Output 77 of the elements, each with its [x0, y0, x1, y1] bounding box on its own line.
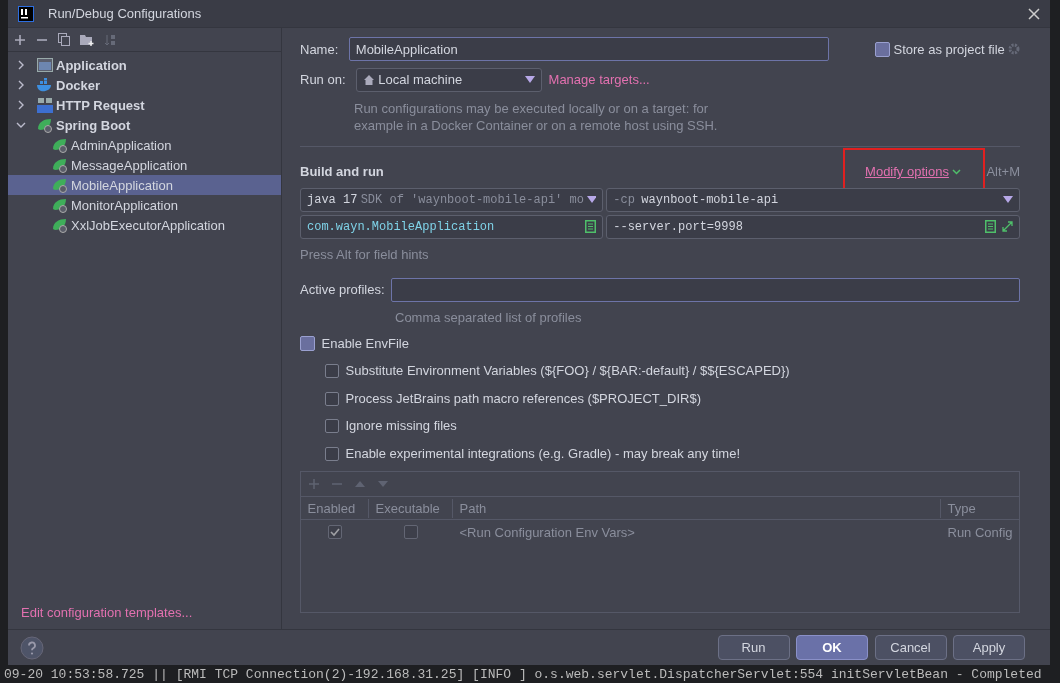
field-label: Active profiles: [300, 281, 385, 299]
copy-icon[interactable] [58, 33, 70, 46]
chevron-down-icon [952, 168, 962, 175]
spring-leaf-icon [52, 157, 68, 174]
tree-item[interactable]: Application [8, 55, 281, 76]
classpath-dropdown[interactable]: -cp waynboot-mobile-api [606, 187, 1020, 212]
add-icon [309, 479, 319, 490]
run-on-dropdown[interactable]: Local machine [356, 67, 543, 92]
add-icon[interactable] [14, 33, 26, 46]
tree-item[interactable]: HTTP Request [8, 95, 281, 116]
home-icon [363, 73, 376, 86]
tree-item[interactable]: Spring Boot [8, 115, 281, 136]
field-label: Name: [300, 40, 339, 59]
caret-icon [525, 76, 536, 84]
checkbox[interactable] [875, 41, 891, 57]
main-class-field[interactable]: com.wayn.MobileApplication [300, 214, 603, 239]
whale-icon [37, 78, 53, 93]
name-field[interactable]: MobileApplication [348, 37, 829, 62]
hint-text: Run configurations may be executed locally or on a target: for example in a Docker Container or on a remote host using SSH. [354, 99, 719, 134]
spring-leaf-icon [52, 197, 68, 214]
hint-text: Press Alt for field hints [300, 246, 430, 265]
tree-item[interactable]: Docker [8, 75, 281, 96]
active-profiles-field[interactable] [391, 277, 1020, 302]
console-log-line: 09-20 10:53:58.725 || [RMI TCP Connection(2)-192.168.31.25] [INFO ] o.s.web.servlet.DispatcherServlet:554 initServletBean - Completed [4, 667, 1042, 682]
sort-icon [104, 33, 116, 46]
tree-item[interactable]: MobileApplication [8, 175, 281, 196]
checkbox[interactable] [325, 391, 339, 406]
expand-icon[interactable] [1002, 221, 1013, 233]
dialog-button[interactable]: Apply [953, 635, 1025, 660]
edit-templates-link[interactable]: Edit configuration templates... [21, 605, 193, 620]
shortcut-text: Alt+M [986, 163, 1020, 181]
table-cell-text: Run Config [946, 523, 1014, 542]
caret-icon [587, 196, 596, 203]
chevron-right-icon[interactable] [16, 80, 26, 91]
checkbox[interactable] [300, 336, 315, 351]
spring-leaf-icon [52, 177, 68, 194]
checkbox-label: Enable experimental integrations (e.g. Gradle) - may break any time! [345, 444, 741, 463]
tree-item[interactable]: XxlJobExecutorApplication [8, 215, 281, 236]
field-label: Run on: [300, 71, 346, 89]
caret-icon [1003, 196, 1013, 203]
up-arrow-icon [355, 481, 365, 488]
document-icon[interactable] [585, 220, 596, 234]
checkbox-label: Enable EnvFile [321, 334, 409, 353]
document-icon[interactable] [984, 220, 996, 234]
spring-leaf-icon [37, 117, 53, 134]
checkbox[interactable] [325, 364, 339, 378]
tree-item[interactable]: MonitorApplication [8, 195, 281, 216]
ok-button[interactable]: OK [796, 635, 868, 660]
checkbox-label: Process JetBrains path macro references ($PROJECT_DIR$) [345, 389, 701, 408]
down-arrow-icon [378, 481, 388, 488]
chevron-right-icon[interactable] [16, 60, 26, 71]
manage-targets-link[interactable]: Manage targets... [548, 70, 650, 90]
dialog-button[interactable]: Cancel [874, 635, 947, 660]
checkbox-label: Store as project file [893, 40, 1005, 59]
app-logo-icon [18, 5, 34, 22]
window-title: Run/Debug Configurations [48, 4, 202, 23]
tree-item[interactable]: MessageApplication [8, 155, 281, 176]
tree-item[interactable]: AdminApplication [8, 135, 281, 156]
table-cell-text: <Run Configuration Env Vars> [458, 523, 636, 542]
spring-leaf-icon [52, 217, 68, 234]
close-icon[interactable] [1028, 7, 1040, 20]
hint-text: Comma separated list of profiles [395, 308, 583, 327]
checkbox-label: Ignore missing files [345, 417, 457, 436]
dialog-button[interactable]: Run [717, 635, 790, 660]
checkbox[interactable] [325, 419, 339, 433]
checkbox[interactable] [325, 446, 339, 461]
api-icon [37, 97, 53, 114]
folder-icon[interactable] [80, 33, 94, 46]
help-icon[interactable] [20, 635, 44, 660]
section-title: Build and run [300, 163, 384, 181]
chevron-right-icon[interactable] [16, 100, 26, 111]
modify-options-link[interactable]: Modify options [865, 162, 949, 182]
jdk-dropdown[interactable]: java 17 SDK of 'waynboot-mobile-api' mo [300, 187, 603, 212]
spring-leaf-icon [52, 137, 68, 154]
checkbox-label: Substitute Environment Variables (${FOO} / ${BAR:-default} / $${ESCAPED}) [345, 362, 790, 381]
program-arguments-field[interactable]: --server.port=9998 [606, 214, 1020, 239]
window-icon [37, 58, 53, 73]
